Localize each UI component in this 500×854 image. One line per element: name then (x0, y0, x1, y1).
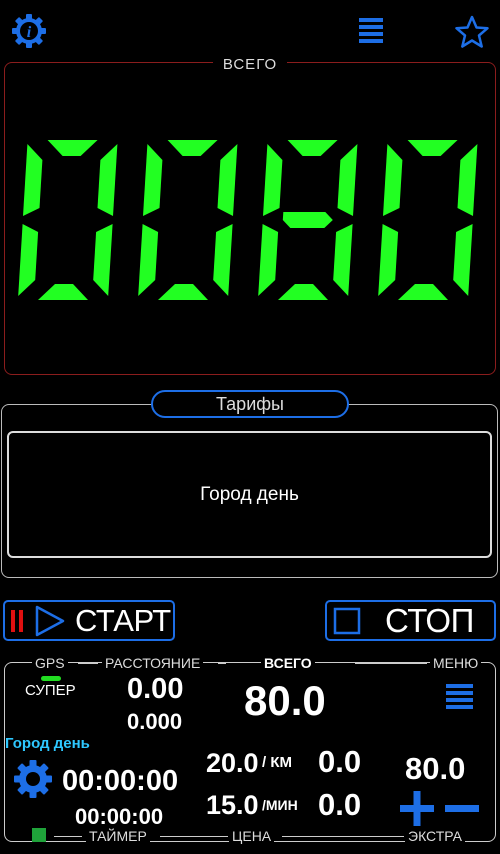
divider (282, 836, 404, 837)
stop-square-icon (333, 607, 361, 634)
total-seven-segment-display (18, 140, 478, 300)
digit-1-segment-d (158, 284, 208, 300)
tariffs-title[interactable]: Тарифы (151, 390, 349, 418)
digit-3-segment-c (453, 224, 473, 296)
menu-list-icon[interactable] (446, 683, 474, 716)
digit-2-segment-f (263, 144, 283, 216)
menu-header: МЕНЮ (430, 655, 482, 671)
digit-1-segment-f (143, 144, 163, 216)
divider (218, 663, 226, 664)
total-fare-value: 80.0 (244, 677, 326, 724)
extra-minus-button[interactable] (444, 790, 480, 833)
per-km-unit: / КМ (262, 754, 292, 771)
settings-gear-icon[interactable] (13, 759, 53, 804)
gps-status-indicator (41, 676, 61, 681)
digit-2-segment-c (333, 224, 353, 296)
plus-icon (400, 791, 434, 826)
timer-sub: 00:00:00 (75, 804, 164, 829)
digit-2-segment-e (258, 224, 279, 296)
digit-0-segment-e (18, 224, 39, 296)
total-header: ВСЕГО (261, 655, 315, 671)
min-amount: 0.0 (318, 787, 362, 822)
favorite-star-icon[interactable] (452, 12, 492, 52)
price-per-min: 15.0 (206, 790, 259, 820)
divider (160, 836, 228, 837)
km-amount: 0.0 (318, 744, 362, 779)
digit-3-segment-f (383, 144, 403, 216)
timer-main: 00:00:00 (62, 765, 179, 797)
hamburger-menu-icon[interactable] (352, 12, 392, 52)
divider (54, 836, 82, 837)
digit-1-segment-b (217, 144, 238, 216)
digit-3-segment-a (407, 140, 458, 156)
gps-label: GPS (32, 655, 68, 671)
extra-value: 80.0 (405, 751, 466, 786)
stop-button[interactable]: СТОП (325, 600, 496, 641)
stop-label: СТОП (385, 601, 474, 639)
price-per-km: 20.0 (206, 748, 259, 778)
per-min-unit: /МИН (262, 797, 298, 813)
pause-play-icon (11, 605, 65, 636)
start-button[interactable]: СТАРТ (3, 600, 175, 641)
digit-2-segment-g (282, 212, 333, 228)
current-tariff-button[interactable]: Город день (7, 431, 492, 558)
minus-icon (445, 805, 479, 812)
total-label: ВСЕГО (0, 56, 500, 73)
extra-plus-button[interactable] (398, 790, 436, 833)
distance-header: РАССТОЯНИЕ (102, 655, 204, 671)
divider (78, 663, 98, 664)
digit-2-segment-b (337, 144, 358, 216)
digit-0-segment-d (38, 284, 88, 300)
price-footer: ЦЕНА (229, 828, 275, 844)
digit-2-segment-d (278, 284, 328, 300)
distance-value: 0.00 (127, 673, 184, 705)
digit-2-segment-a (287, 140, 338, 156)
digit-3-segment-b (457, 144, 478, 216)
digit-3-segment-e (378, 224, 399, 296)
digit-0-segment-f (23, 144, 43, 216)
digit-0-segment-a (47, 140, 98, 156)
divider (355, 663, 427, 664)
digit-1-segment-c (213, 224, 233, 296)
mode-label: СУПЕР (25, 682, 76, 699)
current-tariff-label: Город день (200, 483, 299, 505)
digit-3-segment-d (398, 284, 448, 300)
start-label: СТАРТ (75, 602, 171, 638)
digit-1-segment-a (167, 140, 218, 156)
active-tariff-name: Город день (5, 735, 90, 752)
distance-sub-value: 0.000 (127, 709, 183, 734)
timer-status-square (32, 828, 46, 842)
extra-footer: ЭКСТРА (405, 828, 465, 844)
svg-text:i: i (27, 24, 32, 41)
digit-0-segment-c (93, 224, 113, 296)
timer-footer: ТАЙМЕР (86, 828, 150, 844)
info-settings-icon[interactable]: i (9, 11, 49, 51)
digit-0-segment-b (97, 144, 118, 216)
digit-1-segment-e (138, 224, 159, 296)
